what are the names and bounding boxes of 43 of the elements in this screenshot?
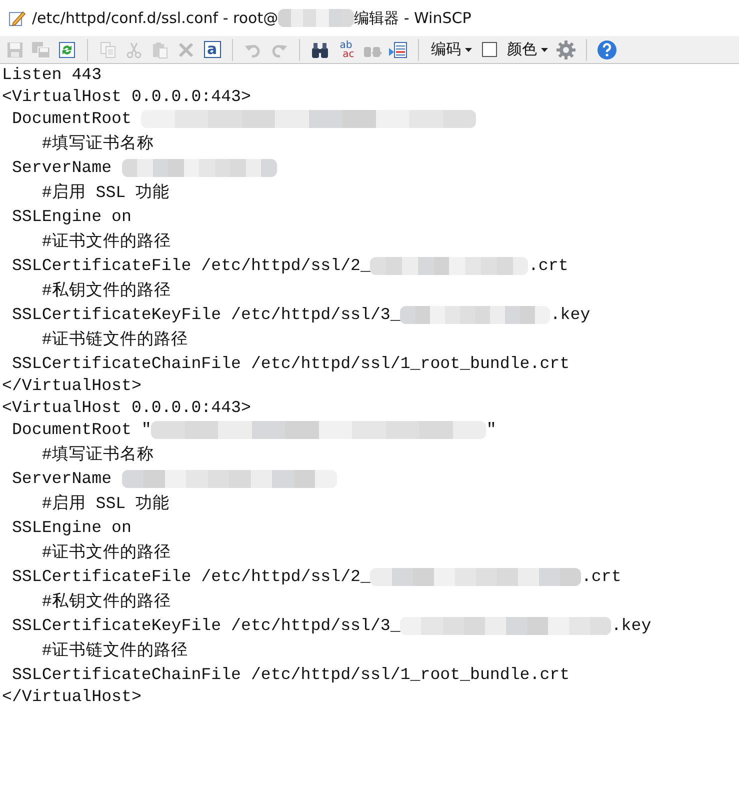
code-text: SSLEngine on xyxy=(10,206,132,228)
code-text: </VirtualHost> xyxy=(2,686,142,708)
dropdown-button[interactable]: 编码 xyxy=(427,40,476,59)
code-text: .crt xyxy=(528,255,568,277)
code-text: .key xyxy=(611,615,652,637)
code-text: ServerName xyxy=(10,157,113,179)
code-text: <VirtualHost 0.0.0.0:443> xyxy=(2,86,251,108)
checkbox[interactable] xyxy=(482,42,497,57)
code-text: #证书文件的路径 xyxy=(40,231,171,253)
code-text: " xyxy=(486,419,496,441)
code-text: #填写证书名称 xyxy=(40,444,154,466)
code-text: #私钥文件的路径 xyxy=(40,591,171,613)
replace-button[interactable]: ab ac xyxy=(334,38,358,62)
caret-icon xyxy=(465,48,472,52)
window-title: /etc/httpd/conf.d/ssl.conf - root@ xyxy=(32,9,278,27)
code-text: Listen 443 xyxy=(2,64,102,86)
dropdown-button[interactable]: 颜色 xyxy=(503,40,552,59)
code-text: ServerName xyxy=(10,468,113,490)
code-text: .key xyxy=(550,304,590,326)
code-text: SSLCertificateFile /etc/httpd/ssl/2_ xyxy=(10,255,370,277)
settings-icon[interactable] xyxy=(554,38,578,62)
code-text: SSLCertificateKeyFile /etc/httpd/ssl/3_ xyxy=(10,304,400,326)
code-text: SSLCertificateKeyFile /etc/httpd/ssl/3_ xyxy=(10,615,400,637)
code-text: SSLCertificateChainFile /etc/httpd/ssl/1_root_bundle.crt xyxy=(10,353,570,375)
code-text: #证书文件的路径 xyxy=(40,542,171,564)
code-text: SSLCertificateFile /etc/httpd/ssl/2_ xyxy=(10,566,370,588)
code-text: SSLEngine on xyxy=(10,517,132,539)
code-text: #证书链文件的路径 xyxy=(40,329,188,351)
pencil-notepad-icon xyxy=(8,9,26,27)
code-text: #私钥文件的路径 xyxy=(40,280,171,302)
code-text: SSLCertificateChainFile /etc/httpd/ssl/1_root_bundle.crt xyxy=(10,664,570,686)
caret-icon xyxy=(541,48,548,52)
code-text: DocumentRoot xyxy=(10,108,132,130)
window-title: 编辑器 - WinSCP xyxy=(354,8,472,28)
code-text: .crt xyxy=(581,566,622,588)
code-text: #启用 SSL 功能 xyxy=(40,182,170,204)
code-text: </VirtualHost> xyxy=(2,375,142,397)
help-icon[interactable] xyxy=(595,38,619,62)
code-text: <VirtualHost 0.0.0.0:443> xyxy=(2,397,251,419)
code-text: #证书链文件的路径 xyxy=(40,640,188,662)
code-text: DocumentRoot " xyxy=(10,419,152,441)
code-text: #填写证书名称 xyxy=(40,133,154,155)
code-text: #启用 SSL 功能 xyxy=(40,493,170,515)
